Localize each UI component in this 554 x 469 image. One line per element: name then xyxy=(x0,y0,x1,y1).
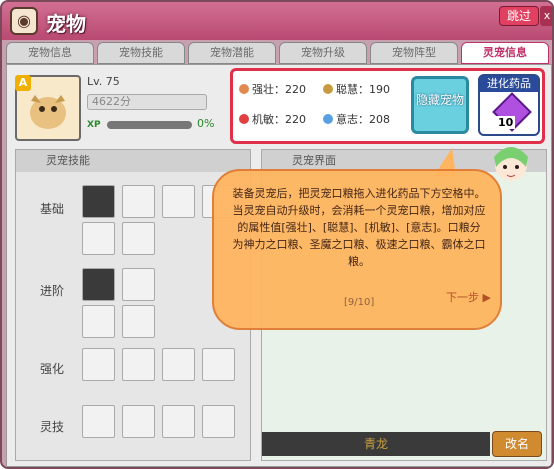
close-icon[interactable]: x xyxy=(540,6,552,26)
stat-agility: 机敏：220 xyxy=(239,111,306,127)
row-label-advanced: 进阶 xyxy=(40,284,65,298)
skill-slot[interactable] xyxy=(82,305,115,338)
wisdom-label: 聪慧 xyxy=(336,83,358,96)
skill-slot[interactable] xyxy=(122,348,155,381)
xp-bar xyxy=(107,121,192,129)
skill-slot[interactable] xyxy=(202,348,235,381)
tutorial-text: 装备灵宠后，把灵宠口粮拖入进化药品下方空格中。当灵宠自动升级时，会消耗一个灵宠口… xyxy=(232,187,486,268)
skill-slot[interactable] xyxy=(82,268,115,301)
skill-slot[interactable] xyxy=(162,405,195,438)
strength-value: 220 xyxy=(285,83,306,96)
tab-pet-info[interactable]: 宠物信息 xyxy=(6,42,94,64)
stat-will: 意志：208 xyxy=(323,111,390,127)
pet-level: Lv. 75 xyxy=(87,75,120,88)
row-label-enhance: 强化 xyxy=(40,362,65,376)
tab-bar: 宠物信息 宠物技能 宠物潜能 宠物升级 宠物阵型 灵宠信息 xyxy=(6,42,552,64)
xp-label: XP xyxy=(87,120,101,130)
agility-label: 机敏 xyxy=(252,113,274,126)
grade-badge: A xyxy=(15,75,31,91)
next-step-label: 下一步 xyxy=(446,291,479,304)
strength-label: 强壮 xyxy=(252,83,274,96)
row-label-spirit-skill: 灵技 xyxy=(40,420,65,434)
strength-icon xyxy=(239,84,249,94)
next-step-button[interactable]: 下一步 ▶ xyxy=(446,289,491,305)
stat-strength: 强壮：220 xyxy=(239,81,306,97)
window-title: 宠物 xyxy=(46,12,86,36)
titlebar: ◉ 宠物 跳过 x xyxy=(2,2,552,40)
hide-pet-button[interactable]: 隐藏宠物 xyxy=(411,76,469,134)
agility-icon xyxy=(239,114,249,124)
evolution-item-slot[interactable]: 进化药品 10 xyxy=(478,74,540,136)
skill-slot[interactable] xyxy=(82,185,115,218)
stat-wisdom: 聪慧：190 xyxy=(323,81,390,97)
pet-icon: ◉ xyxy=(10,7,38,35)
tab-pet-potential[interactable]: 宠物潜能 xyxy=(188,42,276,64)
skill-slot[interactable] xyxy=(122,268,155,301)
pet-portrait[interactable]: A xyxy=(15,75,81,141)
skill-slot[interactable] xyxy=(82,405,115,438)
tab-pet-formation[interactable]: 宠物阵型 xyxy=(370,42,458,64)
will-value: 208 xyxy=(369,113,390,126)
wisdom-icon xyxy=(323,84,333,94)
xp-value: 0% xyxy=(197,117,215,130)
stats-box: 强壮：220 聪慧：190 机敏：220 意志：208 隐藏宠物 进化药品 10 xyxy=(230,68,545,144)
will-label: 意志 xyxy=(336,113,358,126)
pet-score: 4622分 xyxy=(87,94,207,110)
skills-header: 灵宠技能 xyxy=(16,150,250,172)
tutorial-page: [9/10] xyxy=(344,297,375,308)
skill-slot[interactable] xyxy=(162,185,195,218)
skill-slot[interactable] xyxy=(122,305,155,338)
skill-slot[interactable] xyxy=(162,348,195,381)
agility-value: 220 xyxy=(285,113,306,126)
skill-slot[interactable] xyxy=(82,348,115,381)
skill-slot[interactable] xyxy=(82,222,115,255)
skill-slot[interactable] xyxy=(202,405,235,438)
rename-button[interactable]: 改名 xyxy=(492,431,542,457)
pet-window: ◉ 宠物 跳过 x 宠物信息 宠物技能 宠物潜能 宠物升级 宠物阵型 灵宠信息 … xyxy=(0,0,554,469)
skill-slot[interactable] xyxy=(122,185,155,218)
evolution-label: 进化药品 xyxy=(480,76,538,92)
play-icon: ▶ xyxy=(482,291,491,304)
skip-button[interactable]: 跳过 xyxy=(499,6,539,26)
will-icon xyxy=(323,114,333,124)
pet-name: 青龙 xyxy=(262,432,490,456)
guide-npc-icon xyxy=(494,147,528,181)
tab-pet-upgrade[interactable]: 宠物升级 xyxy=(279,42,367,64)
row-label-basic: 基础 xyxy=(40,202,65,216)
tab-spirit-pet-info[interactable]: 灵宠信息 xyxy=(461,42,549,64)
tutorial-bubble: 装备灵宠后，把灵宠口粮拖入进化药品下方空格中。当灵宠自动升级时，会消耗一个灵宠口… xyxy=(212,169,502,330)
wisdom-value: 190 xyxy=(369,83,390,96)
skill-slot[interactable] xyxy=(122,222,155,255)
evolution-count: 10 xyxy=(496,116,516,129)
skill-slot[interactable] xyxy=(122,405,155,438)
tab-pet-skills[interactable]: 宠物技能 xyxy=(97,42,185,64)
